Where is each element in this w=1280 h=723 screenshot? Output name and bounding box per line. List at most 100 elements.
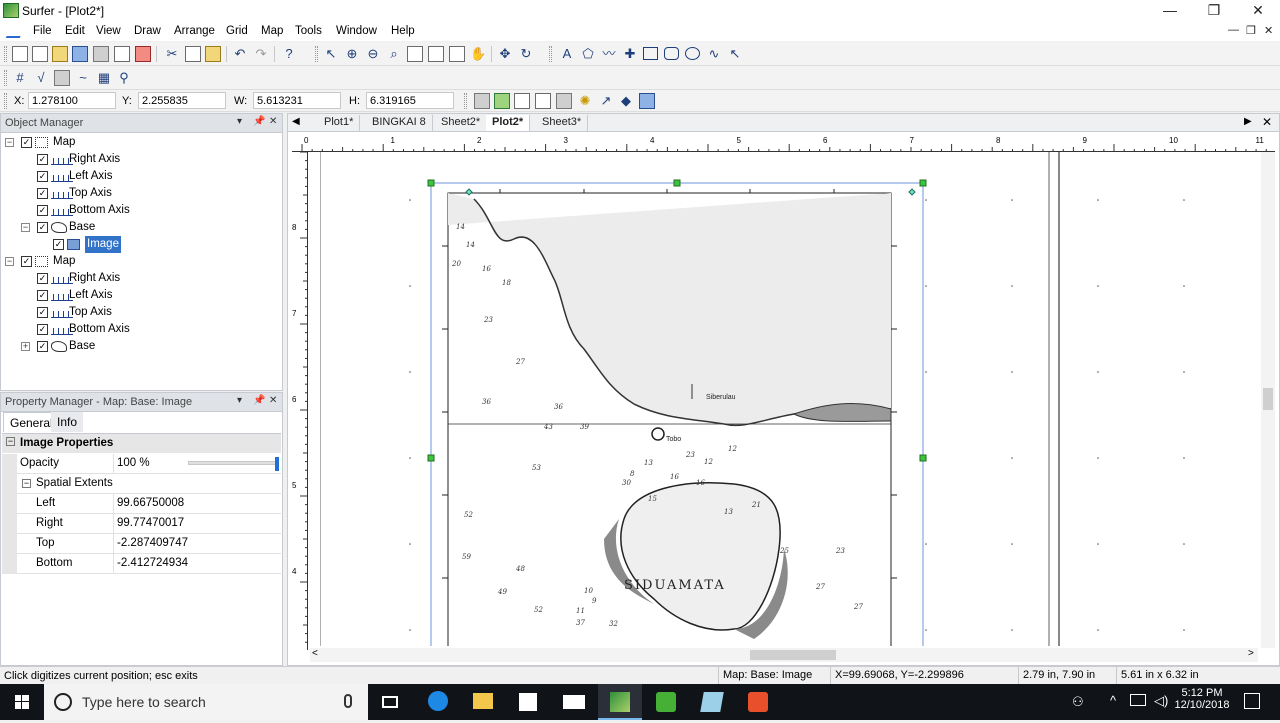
surfer-taskbar-icon[interactable] xyxy=(598,684,642,720)
mdi-restore-button[interactable]: ❐ xyxy=(1246,24,1256,37)
edge-browser-icon[interactable] xyxy=(416,684,460,720)
grid-data-icon[interactable]: # xyxy=(12,70,28,86)
start-button[interactable] xyxy=(0,684,44,720)
tab-scroll-right-icon[interactable]: ▶ xyxy=(1244,116,1252,127)
camtasia-icon[interactable] xyxy=(644,684,688,720)
tray-chevron-icon[interactable]: ^ xyxy=(1110,693,1116,708)
vertical-scroll-thumb[interactable] xyxy=(1263,388,1273,410)
tree-item[interactable]: ✓ Bottom Axis xyxy=(1,321,281,338)
horizontal-scroll-thumb[interactable] xyxy=(750,650,836,660)
collapse-icon[interactable]: − xyxy=(22,479,31,488)
property-value[interactable]: 99.66750008 xyxy=(115,494,186,512)
microphone-icon[interactable] xyxy=(344,694,352,708)
reshape-tool-icon[interactable]: ↖ xyxy=(727,46,743,62)
taskbar-search[interactable]: Type here to search xyxy=(44,684,368,720)
paste-icon[interactable] xyxy=(205,46,221,62)
x-field[interactable] xyxy=(28,92,116,109)
image-map-icon[interactable] xyxy=(639,93,655,109)
file-explorer-icon[interactable] xyxy=(461,684,505,720)
tree-item[interactable]: ✓ Image xyxy=(1,236,281,253)
menu-view[interactable]: View xyxy=(96,25,121,37)
document-close-icon[interactable]: ✕ xyxy=(1262,115,1272,129)
pin-icon[interactable]: 📌 xyxy=(253,395,265,406)
menu-window[interactable]: Window xyxy=(336,25,377,37)
visibility-checkbox[interactable]: ✓ xyxy=(37,341,48,352)
symbol-tool-icon[interactable]: ✚ xyxy=(622,46,638,62)
polyline-tool-icon[interactable]: 〰 xyxy=(601,46,617,62)
visibility-checkbox[interactable]: ✓ xyxy=(37,290,48,301)
y-field[interactable] xyxy=(138,92,226,109)
visibility-checkbox[interactable]: ✓ xyxy=(37,222,48,233)
tree-item[interactable]: ✓ Left Axis xyxy=(1,168,281,185)
cut-icon[interactable]: ✂ xyxy=(164,46,180,62)
toolbar-grip[interactable] xyxy=(549,46,552,62)
visibility-checkbox[interactable]: ✓ xyxy=(37,273,48,284)
select-pointer-icon[interactable]: ↖ xyxy=(323,46,339,62)
tree-item[interactable]: + ✓ Base xyxy=(1,338,281,355)
volume-icon[interactable]: ◁) xyxy=(1154,693,1168,709)
tab-scroll-left-icon[interactable]: ◀ xyxy=(292,116,300,127)
pdf-icon[interactable] xyxy=(135,46,151,62)
mdi-close-button[interactable]: ✕ xyxy=(1264,24,1273,37)
notifications-icon[interactable] xyxy=(1244,693,1260,709)
spatial-extents-row[interactable]: − Spatial Extents xyxy=(2,474,281,494)
people-icon[interactable]: ⚇ xyxy=(1072,694,1088,710)
move-icon[interactable]: ✥ xyxy=(497,46,513,62)
pan-hand-icon[interactable]: ✋ xyxy=(470,46,486,62)
toolbar-grip[interactable] xyxy=(315,46,318,62)
3d-surface-icon[interactable]: ◆ xyxy=(618,93,634,109)
visibility-checkbox[interactable]: ✓ xyxy=(37,324,48,335)
tree-item[interactable]: − ✓ Map xyxy=(1,134,281,151)
rotate-icon[interactable]: ↻ xyxy=(518,46,534,62)
visibility-checkbox[interactable]: ✓ xyxy=(37,154,48,165)
polygon-tool-icon[interactable]: ⬠ xyxy=(580,46,596,62)
zoom-selected-icon[interactable] xyxy=(449,46,465,62)
menu-grid[interactable]: Grid xyxy=(226,25,248,37)
grid-function-icon[interactable]: √ xyxy=(33,70,49,86)
height-field[interactable] xyxy=(366,92,454,109)
toolbar-grip[interactable] xyxy=(4,46,7,62)
tab-info[interactable]: Info xyxy=(51,412,84,432)
image-properties-section[interactable]: − Image Properties xyxy=(2,433,281,453)
visibility-checkbox[interactable]: ✓ xyxy=(21,256,32,267)
collapse-icon[interactable]: − xyxy=(5,138,14,147)
menu-edit[interactable]: Edit xyxy=(65,25,85,37)
post-map-icon[interactable] xyxy=(535,93,551,109)
zoom-extents-icon[interactable] xyxy=(428,46,444,62)
plot-canvas[interactable]: 1414201618232736435352594849525737323639… xyxy=(310,152,1271,646)
tree-item[interactable]: − ✓ Map xyxy=(1,253,281,270)
property-value[interactable]: 99.77470017 xyxy=(115,514,186,532)
recorder-icon[interactable] xyxy=(736,684,780,720)
scroll-left-icon[interactable]: < xyxy=(312,648,318,659)
map-properties-icon[interactable] xyxy=(474,93,490,109)
document-tab[interactable]: Sheet2* xyxy=(435,115,488,131)
opacity-slider[interactable] xyxy=(188,457,279,471)
network-icon[interactable] xyxy=(1130,694,1146,706)
tree-item[interactable]: ✓ Top Axis xyxy=(1,304,281,321)
zoom-out-icon[interactable]: ⊖ xyxy=(365,46,381,62)
maximize-button[interactable]: ❐ xyxy=(1192,0,1236,22)
redo-icon[interactable]: ↷ xyxy=(253,46,269,62)
document-tab[interactable]: Sheet3* xyxy=(536,115,589,131)
menu-arrange[interactable]: Arrange xyxy=(174,25,215,37)
new-plot-icon[interactable] xyxy=(12,46,28,62)
property-value[interactable]: -2.412724934 xyxy=(115,554,190,572)
copy-icon[interactable] xyxy=(185,46,201,62)
grid-filter-icon[interactable]: ⚲ xyxy=(116,70,132,86)
menu-file[interactable]: File xyxy=(33,25,52,37)
grid-line-icon[interactable]: ~ xyxy=(75,70,91,86)
opacity-slider-thumb[interactable] xyxy=(275,457,279,471)
collapse-icon[interactable]: − xyxy=(5,257,14,266)
undo-icon[interactable]: ↶ xyxy=(232,46,248,62)
ellipse-tool-icon[interactable] xyxy=(685,47,700,60)
panel-menu-icon[interactable]: ▾ xyxy=(237,116,242,127)
property-value[interactable]: -2.287409747 xyxy=(115,534,190,552)
spline-tool-icon[interactable]: ∿ xyxy=(706,46,722,62)
close-button[interactable]: ✕ xyxy=(1236,0,1280,22)
minimize-button[interactable]: — xyxy=(1148,0,1192,22)
new-worksheet-icon[interactable] xyxy=(32,46,48,62)
visibility-checkbox[interactable]: ✓ xyxy=(53,239,64,250)
color-relief-icon[interactable] xyxy=(494,93,510,109)
rectangle-tool-icon[interactable] xyxy=(643,47,658,60)
draw-tool-icon[interactable] xyxy=(5,26,25,38)
